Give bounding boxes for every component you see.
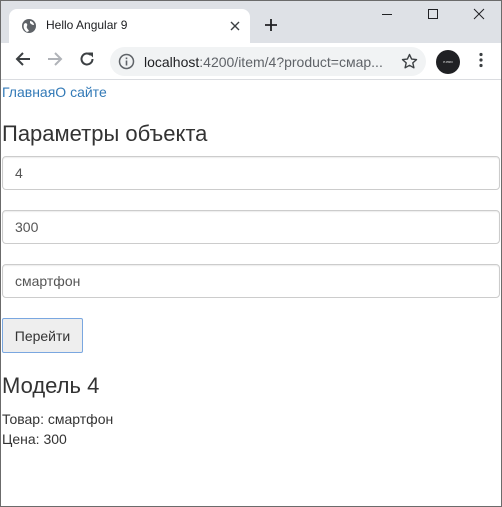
price-field[interactable]: [2, 210, 500, 244]
model-title: Модель 4: [2, 373, 100, 398]
plus-icon: [264, 18, 278, 37]
page-content: ГлавнаяО сайте Параметры объекта Перейти…: [1, 81, 501, 506]
browser-window: Hello Angular 9 localhost:4200/item/4?pr…: [0, 0, 502, 507]
new-tab-button[interactable]: [259, 15, 283, 39]
tab-strip: Hello Angular 9: [1, 1, 501, 43]
window-close-button[interactable]: [456, 1, 501, 31]
close-icon: [473, 7, 485, 25]
kebab-menu-icon: [479, 52, 483, 73]
minimize-button[interactable]: [364, 1, 410, 31]
address-bar[interactable]: localhost:4200/item/4?product=смар...: [110, 47, 426, 76]
tab-close-icon[interactable]: [226, 17, 244, 35]
browser-menu-button[interactable]: [469, 50, 493, 74]
star-icon[interactable]: [401, 53, 418, 70]
arrow-right-icon: [47, 51, 63, 72]
nav-link-home[interactable]: Главная: [2, 84, 55, 100]
back-button[interactable]: [10, 48, 36, 74]
site-nav: ГлавнаяО сайте: [2, 83, 107, 101]
minimize-icon: [381, 7, 393, 25]
nav-link-about[interactable]: О сайте: [55, 84, 106, 100]
info-icon[interactable]: [118, 53, 135, 70]
browser-toolbar: localhost:4200/item/4?product=смар... P-…: [1, 43, 501, 80]
reload-button[interactable]: [74, 48, 100, 74]
url-path: :4200/item/4?product=смар...: [199, 54, 383, 70]
reload-icon: [79, 51, 95, 72]
product-detail: Товар: смартфон: [2, 411, 114, 427]
browser-tab[interactable]: Hello Angular 9: [9, 9, 250, 43]
page-title: Параметры объекта: [2, 121, 208, 146]
maximize-button[interactable]: [410, 1, 456, 31]
id-field[interactable]: [2, 156, 500, 190]
avatar-text: P-PRO: [443, 60, 453, 64]
forward-button[interactable]: [42, 48, 68, 74]
go-button[interactable]: Перейти: [2, 318, 83, 353]
url-text: localhost:4200/item/4?product=смар...: [144, 54, 389, 70]
arrow-left-icon: [15, 51, 31, 72]
product-field[interactable]: [2, 264, 500, 298]
tab-title: Hello Angular 9: [46, 18, 128, 32]
maximize-icon: [427, 7, 439, 25]
price-detail: Цена: 300: [2, 431, 67, 447]
url-host: localhost: [144, 54, 200, 70]
globe-icon: [21, 18, 37, 34]
profile-avatar[interactable]: P-PRO: [436, 50, 460, 74]
